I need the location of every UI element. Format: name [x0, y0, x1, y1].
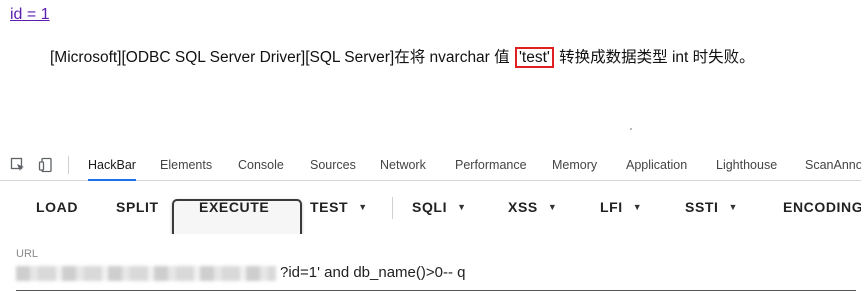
ssti-dropdown-button[interactable]: SSTI ▼	[685, 181, 738, 233]
url-redacted-host	[16, 266, 276, 281]
tab-hackbar[interactable]: HackBar	[88, 150, 136, 181]
tab-elements[interactable]: Elements	[160, 150, 212, 180]
toolbar-separator	[392, 197, 393, 219]
url-panel: URL ?id=1' and db_name()>0-- q	[0, 234, 861, 300]
tabbar-separator	[68, 156, 69, 174]
tab-performance[interactable]: Performance	[455, 150, 527, 180]
tab-network[interactable]: Network	[380, 150, 426, 180]
chevron-down-icon: ▼	[358, 202, 368, 212]
split-button[interactable]: SPLIT	[116, 181, 159, 233]
ssti-label: SSTI	[685, 199, 719, 215]
tab-application[interactable]: Application	[626, 150, 687, 180]
lfi-label: LFI	[600, 199, 623, 215]
tab-memory[interactable]: Memory	[552, 150, 597, 180]
error-highlight: 'test'	[514, 47, 554, 68]
error-suffix: 转换成数据类型 int 时失败。	[554, 49, 755, 66]
chevron-down-icon: ▼	[457, 202, 467, 212]
url-query-text: ?id=1' and db_name()>0-- q	[280, 264, 466, 281]
load-button[interactable]: LOAD	[36, 181, 78, 233]
xss-label: XSS	[508, 199, 538, 215]
device-toolbar-icon[interactable]	[38, 157, 54, 173]
page-content: id = 1 [Microsoft][ODBC SQL Server Drive…	[0, 0, 861, 132]
tab-scananno[interactable]: ScanAnno	[805, 150, 861, 180]
lfi-dropdown-button[interactable]: LFI ▼	[600, 181, 642, 233]
tab-console[interactable]: Console	[238, 150, 284, 180]
sqli-dropdown-button[interactable]: SQLI ▼	[412, 181, 467, 233]
xss-dropdown-button[interactable]: XSS ▼	[508, 181, 557, 233]
execute-button[interactable]: EXECUTE	[199, 181, 269, 233]
sql-error-message: [Microsoft][ODBC SQL Server Driver][SQL …	[50, 45, 755, 68]
stray-dot	[630, 128, 632, 130]
chevron-down-icon: ▼	[547, 202, 558, 212]
devtools-panel: HackBar Elements Console Sources Network…	[0, 150, 861, 300]
tab-sources[interactable]: Sources	[310, 150, 356, 180]
hackbar-toolbar: LOAD SPLIT EXECUTE TEST ▼ SQLI ▼ XSS ▼ LFI ▼…	[0, 181, 861, 273]
encoding-dropdown-button[interactable]: ENCODING	[783, 181, 861, 233]
url-label: URL	[16, 248, 39, 260]
devtools-tabbar: HackBar Elements Console Sources Network…	[0, 150, 861, 181]
id-link[interactable]: id = 1	[10, 6, 50, 24]
error-prefix: [Microsoft][ODBC SQL Server Driver][SQL …	[50, 49, 514, 66]
test-dropdown-button[interactable]: TEST ▼	[310, 181, 368, 233]
test-label: TEST	[310, 199, 349, 215]
tab-lighthouse[interactable]: Lighthouse	[716, 150, 777, 180]
sqli-label: SQLI	[412, 199, 448, 215]
chevron-down-icon: ▼	[632, 202, 643, 212]
chevron-down-icon: ▼	[728, 202, 739, 212]
inspect-element-icon[interactable]	[10, 157, 26, 173]
